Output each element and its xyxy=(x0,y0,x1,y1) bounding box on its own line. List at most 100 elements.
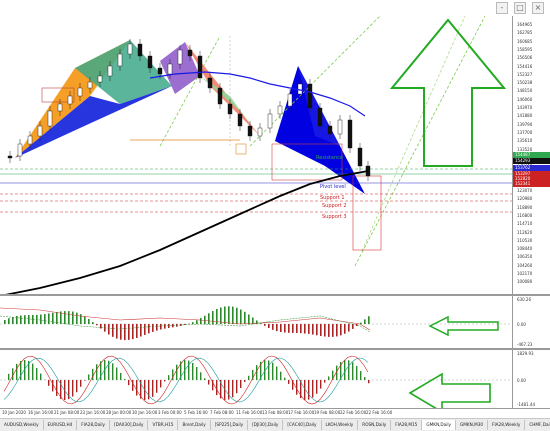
price-axis: 1649651627851606851585951565061544161523… xyxy=(512,16,550,294)
histogram-bar xyxy=(268,324,270,328)
candle-body xyxy=(268,114,272,128)
histogram-bar xyxy=(152,324,154,332)
histogram-bar xyxy=(284,378,285,380)
maximize-button[interactable]: □ xyxy=(514,2,526,14)
histogram-bar xyxy=(80,380,81,387)
histogram-bar xyxy=(124,324,126,340)
histogram-bar xyxy=(224,307,226,324)
histogram-bar xyxy=(228,306,230,324)
histogram-bar xyxy=(208,313,210,324)
histogram-bar xyxy=(80,314,82,324)
histogram-bar xyxy=(188,361,189,380)
histogram-bar xyxy=(216,380,217,395)
histogram-bar xyxy=(296,324,298,333)
histogram-bar xyxy=(12,317,14,324)
symbol-tab[interactable]: [CAC40],Daily xyxy=(283,420,321,430)
candle-body xyxy=(288,94,292,106)
histogram-bar xyxy=(152,380,153,397)
candle-body xyxy=(48,111,52,126)
histogram-bar xyxy=(84,316,86,324)
candle-body xyxy=(188,50,192,56)
price-tick: 120980 xyxy=(517,196,532,201)
candle-body xyxy=(108,66,112,76)
symbol-tab[interactable]: FIA28,Daily xyxy=(77,420,110,430)
histogram-bar xyxy=(280,372,281,380)
resistance-label: Resistance xyxy=(316,155,343,161)
symbol-tab[interactable]: [DAX30],Daily xyxy=(110,420,148,430)
price-tick: 112620 xyxy=(517,230,532,235)
candle-body xyxy=(348,120,352,148)
symbol-tab[interactable]: GMKN,M30 xyxy=(456,420,488,430)
histogram-bar xyxy=(12,368,13,380)
symbol-tab[interactable]: Brent,Daily xyxy=(178,420,210,430)
histogram-bar xyxy=(204,378,205,380)
histogram-bar xyxy=(68,311,70,324)
time-tick: 10 Jan 2020 xyxy=(2,410,26,415)
time-tick: 11 Feb 16:00 xyxy=(236,410,262,415)
symbol-tab[interactable]: CHMF,Daily xyxy=(525,420,550,430)
candle-body xyxy=(218,88,222,104)
symbol-tab[interactable]: ROSN,Daily xyxy=(358,420,391,430)
price-tick: 143970 xyxy=(517,105,532,110)
histogram-bar xyxy=(164,380,165,381)
symbol-tab[interactable]: EURUSD,H4 xyxy=(44,420,78,430)
histogram-bar xyxy=(96,364,97,380)
histogram-bar xyxy=(196,320,198,324)
histogram-bar xyxy=(116,368,117,380)
price-tick: 162785 xyxy=(517,30,532,35)
histogram-bar xyxy=(128,324,130,340)
support2-label: Support 2 xyxy=(322,203,347,209)
histogram-bar xyxy=(328,324,330,337)
symbol-tab[interactable]: FIA28,M15 xyxy=(391,420,422,430)
candle-body xyxy=(278,106,282,114)
minimize-button[interactable]: - xyxy=(496,2,508,14)
symbol-tab[interactable]: GMKN,Daily xyxy=(422,420,456,430)
histogram-bar xyxy=(240,380,241,388)
candle-body xyxy=(118,54,122,66)
support3-label: Support 3 xyxy=(322,214,347,220)
symbol-tabs-bar: AUDUSD,WeeklyEURUSD,H4FIA28,Daily[DAX30]… xyxy=(0,418,550,431)
histogram-bar xyxy=(4,320,6,324)
histogram-bar xyxy=(40,374,41,380)
price-tick: 108440 xyxy=(517,246,532,251)
histogram-bar xyxy=(248,315,250,324)
symbol-tab[interactable]: LKOH,Weekly xyxy=(322,420,359,430)
histogram-bar xyxy=(232,380,233,397)
histogram-bar xyxy=(284,324,286,333)
candle-body xyxy=(208,78,212,88)
price-tick: 135610 xyxy=(517,138,532,143)
histogram-bar xyxy=(156,380,157,393)
ma-black-line xyxy=(0,171,368,294)
histogram-bar xyxy=(348,360,349,380)
price-tick: 154416 xyxy=(517,64,532,69)
histogram-bar xyxy=(156,324,158,331)
histogram-bar xyxy=(196,367,197,380)
histogram-bar xyxy=(316,380,317,394)
price-tick: 100080 xyxy=(517,279,532,284)
price-tick: 139790 xyxy=(517,122,532,127)
candle-body xyxy=(128,44,132,54)
histogram-bar xyxy=(360,371,361,380)
histogram-bar xyxy=(92,369,93,380)
window-controls: - □ × xyxy=(496,2,544,14)
histogram-bar xyxy=(120,324,122,340)
symbol-tab[interactable]: FIA28,Weekly xyxy=(488,420,525,430)
candle-body xyxy=(238,114,242,126)
close-button[interactable]: × xyxy=(532,2,544,14)
symbol-tab[interactable]: AUDUSD,Weekly xyxy=(0,420,44,430)
histogram-bar xyxy=(124,379,125,380)
histogram-bar xyxy=(280,324,282,332)
histogram-bar xyxy=(268,360,269,380)
histogram-bar xyxy=(220,307,222,324)
candle-body xyxy=(38,126,42,136)
histogram-bar xyxy=(16,364,17,380)
symbol-tab[interactable]: [SP225],Daily xyxy=(211,420,248,430)
window-title-bar: - □ × xyxy=(0,0,550,16)
symbol-tab[interactable]: [DJI30],Daily xyxy=(248,420,283,430)
candle-body xyxy=(68,96,72,104)
candle-body xyxy=(8,156,12,158)
histogram-bar xyxy=(292,324,294,333)
histogram-bar xyxy=(32,364,33,380)
price-label: 152341 xyxy=(513,181,550,187)
symbol-tab[interactable]: VTBR,H15 xyxy=(148,420,178,430)
